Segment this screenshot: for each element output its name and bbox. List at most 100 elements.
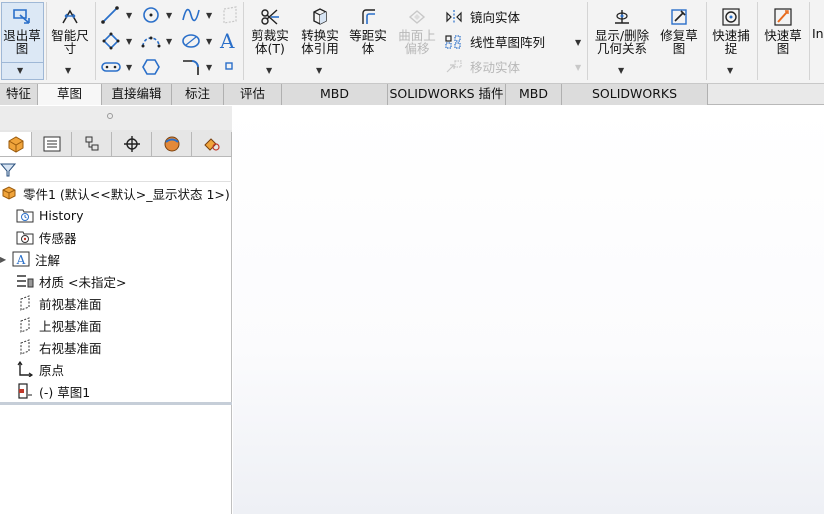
fillet-dropdown-icon[interactable]: ▼ xyxy=(206,63,212,72)
material-icon xyxy=(16,272,34,290)
offset-entities-button[interactable]: 等距实体 xyxy=(346,7,390,55)
spline-dropdown-icon[interactable]: ▼ xyxy=(206,11,212,20)
tree-item-top-plane[interactable]: 上视基准面 xyxy=(16,314,102,336)
plane-icon xyxy=(16,316,34,334)
text-tool-icon[interactable]: A xyxy=(220,29,234,53)
arc-dropdown-icon[interactable]: ▼ xyxy=(166,37,172,46)
tree-item-sensors[interactable]: 传感器 xyxy=(16,226,77,248)
configurationmanager-tab[interactable] xyxy=(72,132,112,156)
tab-markup[interactable]: 标注 xyxy=(172,84,224,105)
dimxpert-tab[interactable] xyxy=(112,132,152,156)
quick-snaps-icon xyxy=(722,8,740,26)
feature-manager-panel: 零件1 (默认<<默认>_显示状态 1>) History 传感器 ▶ A 注解 xyxy=(0,106,232,514)
line-tool-icon[interactable] xyxy=(100,5,122,25)
slot-tool-icon[interactable] xyxy=(100,57,122,77)
polygon-tool-icon[interactable] xyxy=(140,57,162,77)
display-delete-relations-button[interactable]: 显示/删除几何关系 xyxy=(590,7,654,55)
svg-text:A: A xyxy=(16,253,26,267)
quick-snaps-button[interactable]: 快速捕捉 xyxy=(709,7,753,55)
move-entities-text: 移动实体 xyxy=(470,60,521,75)
graphics-area[interactable] xyxy=(233,106,824,514)
trim-entities-text: 剪裁实体(T) xyxy=(251,28,289,56)
rollback-bar[interactable] xyxy=(0,402,232,405)
filter-icon[interactable] xyxy=(0,162,16,178)
repair-sketch-text: 修复草图 xyxy=(660,28,698,56)
point-tool-icon[interactable] xyxy=(224,61,234,71)
relations-dropdown-icon[interactable]: ▼ xyxy=(618,66,624,75)
tab-features[interactable]: 特征 xyxy=(0,84,38,105)
featuremanager-tab[interactable] xyxy=(0,132,32,156)
exit-sketch-icon xyxy=(13,9,30,24)
move-entities-button[interactable]: 移动实体 xyxy=(444,57,520,76)
plane-sketch-icon xyxy=(223,6,237,24)
panel-collapse-handle[interactable] xyxy=(107,113,113,119)
linear-pattern-icon xyxy=(445,34,461,49)
tree-item-annotations[interactable]: ▶ A 注解 xyxy=(0,248,60,270)
ellipse-tool-icon[interactable] xyxy=(180,31,202,51)
smart-dimension-dropdown-icon[interactable]: ▼ xyxy=(65,66,71,75)
move-dropdown-icon[interactable]: ▼ xyxy=(575,63,581,72)
offset-on-surface-button[interactable]: 曲面上偏移 xyxy=(394,7,440,55)
rectangle-tool-icon[interactable] xyxy=(100,31,122,51)
smart-dimension-button[interactable]: 智能尺寸 xyxy=(48,7,92,55)
offset-entities-icon xyxy=(362,9,375,24)
trim-entities-button[interactable]: 剪裁实体(T) xyxy=(246,7,294,55)
tree-item-label: 传感器 xyxy=(39,230,77,246)
annotations-icon: A xyxy=(12,250,30,268)
repair-sketch-icon xyxy=(671,9,687,25)
trim-entities-icon xyxy=(261,9,279,25)
display-relations-icon xyxy=(615,10,629,24)
offset-on-surface-icon xyxy=(408,10,426,24)
rapid-sketch-text: 快速草图 xyxy=(764,28,802,56)
quick-snaps-dropdown-icon[interactable]: ▼ xyxy=(727,66,733,75)
trim-dropdown-icon[interactable]: ▼ xyxy=(266,66,272,75)
arc-tool-icon[interactable] xyxy=(140,31,162,51)
part-icon xyxy=(0,184,18,202)
rapid-sketch-button[interactable]: 快速草图 xyxy=(760,7,806,55)
tab-sketch[interactable]: 草图 xyxy=(38,84,102,105)
featuremanager-icon xyxy=(8,136,23,153)
appearances-tab[interactable] xyxy=(192,132,232,156)
displaymanager-tab[interactable] xyxy=(152,132,192,156)
configurationmanager-icon xyxy=(85,136,98,151)
tree-item-sketch1[interactable]: (-) 草图1 xyxy=(16,380,90,402)
tree-item-label: 注解 xyxy=(35,252,61,268)
expand-arrow-icon[interactable]: ▶ xyxy=(0,255,12,264)
tab-solidworks-addins[interactable]: SOLIDWORKS 插件 xyxy=(388,84,506,105)
mirror-entities-button[interactable]: 镜向实体 xyxy=(444,7,520,26)
circle-dropdown-icon[interactable]: ▼ xyxy=(166,11,172,20)
tree-item-label: 前视基准面 xyxy=(39,296,102,312)
manager-tabs xyxy=(0,130,232,157)
circle-tool-icon[interactable] xyxy=(140,5,162,25)
exit-sketch-dropdown-icon[interactable]: ▼ xyxy=(17,66,23,75)
spline-tool-icon[interactable] xyxy=(180,5,202,25)
propertymanager-tab[interactable] xyxy=(32,132,72,156)
tree-item-material[interactable]: 材质 <未指定> xyxy=(16,270,126,292)
tab-direct-editing[interactable]: 直接编辑 xyxy=(102,84,172,105)
slot-dropdown-icon[interactable]: ▼ xyxy=(126,63,132,72)
instant2d-button[interactable]: In xyxy=(812,26,824,41)
rectangle-dropdown-icon[interactable]: ▼ xyxy=(126,37,132,46)
tree-item-origin[interactable]: 原点 xyxy=(16,358,64,380)
tree-root-part[interactable]: 零件1 (默认<<默认>_显示状态 1>) xyxy=(0,182,230,204)
tab-mbd-dimensions[interactable]: MBD Dimensions xyxy=(282,84,388,121)
convert-dropdown-icon[interactable]: ▼ xyxy=(316,66,322,75)
tab-solidworks-inspection[interactable]: SOLIDWORKS Inspection xyxy=(562,84,708,121)
fillet-tool-icon[interactable] xyxy=(180,57,202,77)
tab-mbd[interactable]: MBD xyxy=(506,84,562,105)
convert-entities-button[interactable]: 转换实体引用 xyxy=(296,7,344,55)
pattern-dropdown-icon[interactable]: ▼ xyxy=(575,38,581,47)
tree-item-front-plane[interactable]: 前视基准面 xyxy=(16,292,102,314)
linear-pattern-text: 线性草图阵列 xyxy=(470,35,546,50)
repair-sketch-button[interactable]: 修复草图 xyxy=(656,7,702,55)
line-dropdown-icon[interactable]: ▼ xyxy=(126,11,132,20)
convert-entities-text: 转换实体引用 xyxy=(301,28,339,56)
tree-item-label: 材质 <未指定> xyxy=(39,274,127,290)
tree-item-right-plane[interactable]: 右视基准面 xyxy=(16,336,102,358)
exit-sketch-label-wrap: 退出草图 xyxy=(0,7,44,55)
appearances-icon xyxy=(203,138,220,151)
linear-sketch-pattern-button[interactable]: 线性草图阵列 xyxy=(444,32,545,51)
ellipse-dropdown-icon[interactable]: ▼ xyxy=(206,37,212,46)
tab-evaluate[interactable]: 评估 xyxy=(224,84,282,105)
tree-item-history[interactable]: History xyxy=(16,204,83,226)
